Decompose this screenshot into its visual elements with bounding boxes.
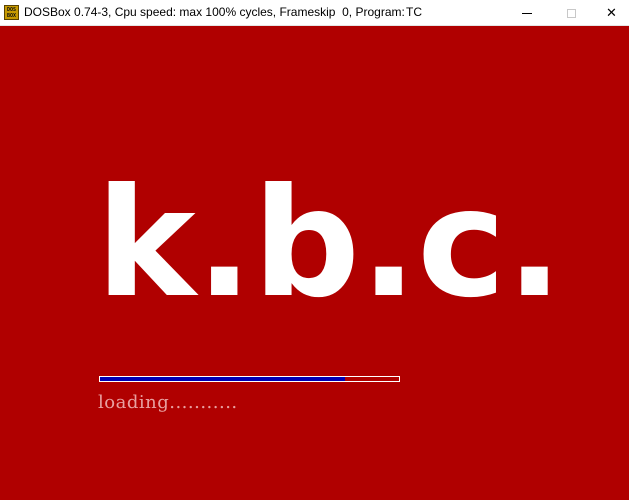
- close-button[interactable]: ✕: [594, 0, 629, 26]
- maximize-button[interactable]: [548, 0, 594, 26]
- progress-fill: [100, 377, 346, 381]
- window-title: DOSBox 0.74-3, Cpu speed: max 100% cycle…: [24, 5, 405, 19]
- program-name: TC: [406, 5, 422, 19]
- dos-screen[interactable]: k.b.c. loading...........: [0, 26, 629, 500]
- close-icon: ✕: [606, 5, 617, 20]
- minimize-icon: [522, 12, 532, 14]
- loading-text: loading...........: [98, 392, 238, 413]
- maximize-icon: [566, 8, 576, 18]
- window-titlebar[interactable]: DOS BOX DOSBox 0.74-3, Cpu speed: max 10…: [0, 0, 629, 26]
- minimize-button[interactable]: [504, 0, 550, 26]
- dosbox-icon[interactable]: DOS BOX: [4, 5, 19, 20]
- kbc-title: k.b.c.: [96, 157, 563, 331]
- loading-progress-bar: [99, 376, 400, 382]
